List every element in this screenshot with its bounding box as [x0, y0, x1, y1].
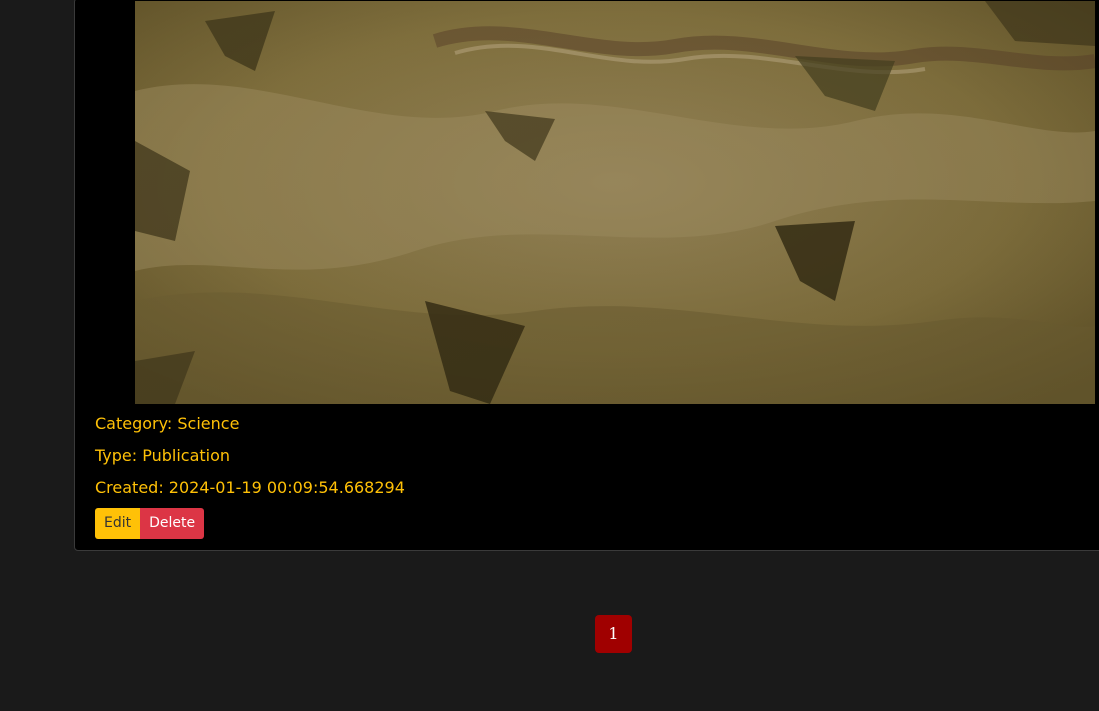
delete-button[interactable]: Delete — [140, 508, 205, 539]
post-card: Category: Science Type: Publication Crea… — [74, 0, 1099, 551]
post-actions: Edit Delete — [95, 508, 205, 539]
page-button-current[interactable]: 1 — [595, 615, 632, 653]
post-type: Type: Publication — [95, 446, 231, 465]
post-created-date: Created: 2024-01-19 00:09:54.668294 — [95, 478, 405, 497]
pagination: 1 — [595, 615, 632, 653]
post-category: Category: Science — [95, 414, 240, 433]
edit-button[interactable]: Edit — [95, 508, 141, 539]
post-image — [135, 1, 1095, 404]
